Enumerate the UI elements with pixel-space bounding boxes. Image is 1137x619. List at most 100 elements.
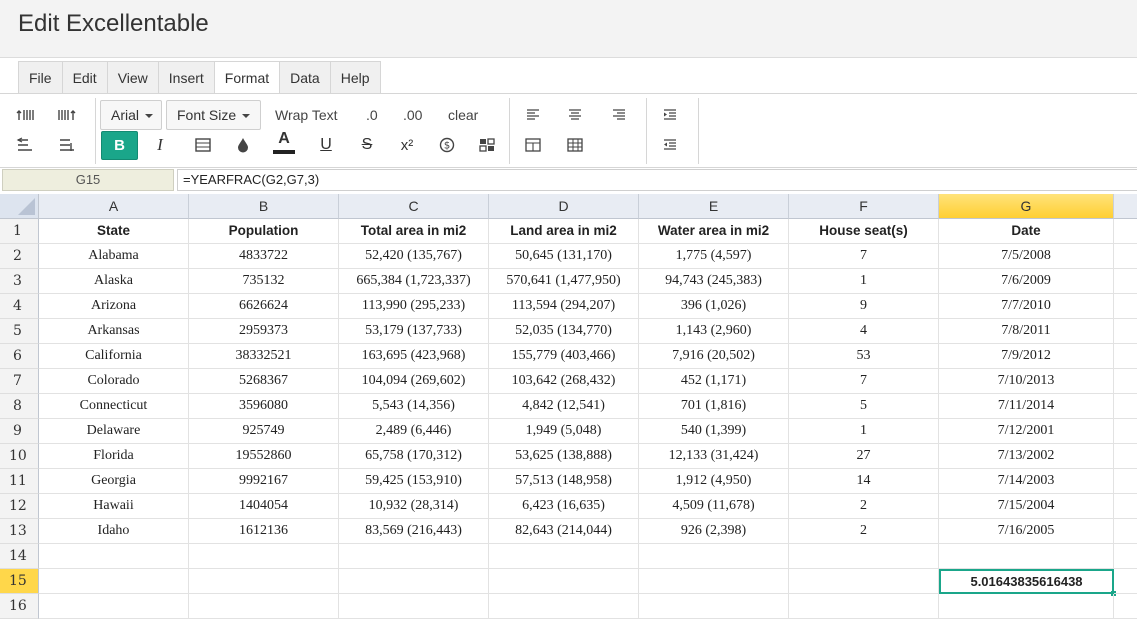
column-header-a[interactable]: A	[39, 194, 189, 219]
cell[interactable]: 83,569 (216,443)	[339, 519, 489, 544]
cell[interactable]: 1,143 (2,960)	[639, 319, 789, 344]
cell[interactable]: 7/5/2008	[939, 244, 1114, 269]
cell[interactable]: 7	[789, 244, 939, 269]
cell[interactable]: 50,645 (131,170)	[489, 244, 639, 269]
cell[interactable]: 7/14/2003	[939, 469, 1114, 494]
cell-reference-box[interactable]: G15	[2, 169, 174, 191]
cell[interactable]: 82,643 (214,044)	[489, 519, 639, 544]
cell[interactable]: Alabama	[39, 244, 189, 269]
fill-color-icon[interactable]	[226, 131, 260, 159]
cell[interactable]	[339, 544, 489, 569]
cell[interactable]: Arkansas	[39, 319, 189, 344]
cell[interactable]: 7/9/2012	[939, 344, 1114, 369]
menu-insert[interactable]: Insert	[158, 62, 215, 94]
cell[interactable]: 53,625 (138,888)	[489, 444, 639, 469]
cell[interactable]: 1	[789, 419, 939, 444]
cell[interactable]: 113,990 (295,233)	[339, 294, 489, 319]
header-cell[interactable]: Land area in mi2	[489, 219, 639, 244]
cell[interactable]: 7/15/2004	[939, 494, 1114, 519]
cell[interactable]	[489, 594, 639, 619]
wrap-text-button[interactable]: Wrap Text	[275, 101, 338, 129]
cell[interactable]: 57,513 (148,958)	[489, 469, 639, 494]
cell[interactable]: 7/11/2014	[939, 394, 1114, 419]
column-header-g[interactable]: G	[939, 194, 1114, 219]
header-cell[interactable]: Total area in mi2	[339, 219, 489, 244]
indent-increase-icon[interactable]	[653, 101, 687, 129]
table-grid-icon[interactable]	[558, 131, 592, 159]
cell[interactable]: California	[39, 344, 189, 369]
increase-decimal-button[interactable]: .00	[403, 101, 422, 129]
cell[interactable]: 7/8/2011	[939, 319, 1114, 344]
cell[interactable]: 5268367	[189, 369, 339, 394]
cell[interactable]: 53,179 (137,733)	[339, 319, 489, 344]
header-cell[interactable]: State	[39, 219, 189, 244]
cell[interactable]	[339, 569, 489, 594]
row-header-7[interactable]: 7	[0, 369, 39, 394]
cell[interactable]: 103,642 (268,432)	[489, 369, 639, 394]
text-color-button[interactable]: A	[267, 128, 301, 156]
cell[interactable]: 155,779 (403,466)	[489, 344, 639, 369]
cell[interactable]: 94,743 (245,383)	[639, 269, 789, 294]
cell[interactable]: 4,509 (11,678)	[639, 494, 789, 519]
cell[interactable]: 7/16/2005	[939, 519, 1114, 544]
formula-input[interactable]: =YEARFRAC(G2,G7,3)	[177, 169, 1137, 191]
cell[interactable]	[189, 544, 339, 569]
cell[interactable]: 9992167	[189, 469, 339, 494]
conditional-format-icon[interactable]	[470, 131, 504, 159]
cell[interactable]: 7,916 (20,502)	[639, 344, 789, 369]
cell[interactable]: 7/10/2013	[939, 369, 1114, 394]
menu-help[interactable]: Help	[330, 62, 380, 94]
row-header-12[interactable]: 12	[0, 494, 39, 519]
row-header-14[interactable]: 14	[0, 544, 39, 569]
cell[interactable]	[939, 544, 1114, 569]
cell[interactable]: 7/7/2010	[939, 294, 1114, 319]
cell[interactable]: 6,423 (16,635)	[489, 494, 639, 519]
row-header-5[interactable]: 5	[0, 319, 39, 344]
font-size-dropdown[interactable]: Font Size	[166, 100, 261, 130]
cell[interactable]: 1404054	[189, 494, 339, 519]
cell[interactable]: 53	[789, 344, 939, 369]
column-header-d[interactable]: D	[489, 194, 639, 219]
insert-column-left-icon[interactable]	[8, 131, 42, 159]
cell[interactable]: 5	[789, 394, 939, 419]
cell[interactable]: Georgia	[39, 469, 189, 494]
cell[interactable]: Arizona	[39, 294, 189, 319]
superscript-button[interactable]: x²	[390, 131, 424, 159]
cell[interactable]: 926 (2,398)	[639, 519, 789, 544]
cell[interactable]	[789, 594, 939, 619]
cell[interactable]: 6626624	[189, 294, 339, 319]
menu-format[interactable]: Format	[214, 62, 281, 95]
cell[interactable]: 7/13/2002	[939, 444, 1114, 469]
decrease-decimal-button[interactable]: .0	[366, 101, 378, 129]
cell[interactable]: 52,035 (134,770)	[489, 319, 639, 344]
row-header-11[interactable]: 11	[0, 469, 39, 494]
row-header-8[interactable]: 8	[0, 394, 39, 419]
cell[interactable]: 9	[789, 294, 939, 319]
header-cell[interactable]: Population	[189, 219, 339, 244]
cell[interactable]: Colorado	[39, 369, 189, 394]
menu-edit[interactable]: Edit	[62, 62, 108, 94]
cell[interactable]	[189, 569, 339, 594]
cell[interactable]: Florida	[39, 444, 189, 469]
column-header-c[interactable]: C	[339, 194, 489, 219]
strikethrough-button[interactable]: S	[350, 131, 384, 159]
italic-button[interactable]: I	[143, 131, 177, 159]
merge-cells-icon[interactable]	[516, 131, 550, 159]
cell[interactable]	[789, 569, 939, 594]
row-header-2[interactable]: 2	[0, 244, 39, 269]
row-header-6[interactable]: 6	[0, 344, 39, 369]
cell[interactable]: Hawaii	[39, 494, 189, 519]
align-left-icon[interactable]	[516, 101, 550, 129]
cell[interactable]: 735132	[189, 269, 339, 294]
cell[interactable]	[639, 594, 789, 619]
cell[interactable]	[489, 569, 639, 594]
font-family-dropdown[interactable]: Arial	[100, 100, 162, 130]
cell[interactable]: 27	[789, 444, 939, 469]
row-header-1[interactable]: 1	[0, 219, 39, 244]
cell[interactable]: Alaska	[39, 269, 189, 294]
cell[interactable]: 701 (1,816)	[639, 394, 789, 419]
underline-button[interactable]: U	[309, 131, 343, 159]
cell[interactable]	[39, 544, 189, 569]
clear-format-button[interactable]: clear	[448, 101, 478, 129]
row-header-13[interactable]: 13	[0, 519, 39, 544]
